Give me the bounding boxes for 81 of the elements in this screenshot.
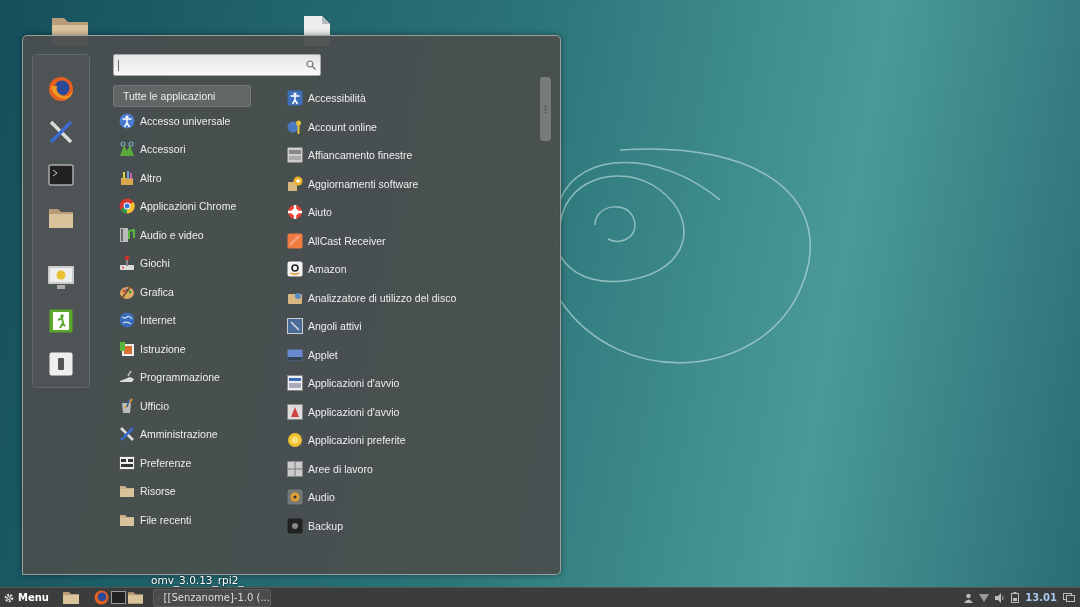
wifi-icon[interactable] bbox=[979, 593, 990, 602]
terminal-icon[interactable] bbox=[111, 591, 126, 604]
window-icon bbox=[287, 375, 303, 392]
tools-icon[interactable] bbox=[48, 118, 74, 145]
application-item[interactable]: Applicazioni d'avvio bbox=[287, 397, 540, 426]
windows-icon[interactable] bbox=[1063, 593, 1075, 602]
film-icon bbox=[119, 226, 135, 243]
application-item[interactable]: Affiancamento finestre bbox=[287, 141, 540, 170]
category-item[interactable]: Applicazioni Chrome bbox=[113, 192, 287, 221]
window-button[interactable]: [[Senzanome]-1.0 (... bbox=[153, 588, 271, 607]
panel-icon bbox=[119, 454, 135, 471]
category-item[interactable]: Istruzione bbox=[113, 334, 287, 363]
category-item[interactable]: Audio e video bbox=[113, 220, 287, 249]
globe-icon bbox=[119, 312, 135, 329]
application-item[interactable]: Amazon bbox=[287, 255, 540, 284]
category-item[interactable]: Accessori bbox=[113, 135, 287, 164]
application-item[interactable]: Angoli attivi bbox=[287, 312, 540, 341]
category-item[interactable]: Giochi bbox=[113, 249, 287, 278]
category-item[interactable]: File recenti bbox=[113, 505, 287, 534]
globe-key-icon bbox=[287, 118, 303, 135]
application-item[interactable]: Audio bbox=[287, 483, 540, 512]
category-item[interactable]: Amministrazione bbox=[113, 420, 287, 449]
category-item[interactable]: Risorse bbox=[113, 477, 287, 506]
firefox-icon[interactable] bbox=[48, 75, 74, 102]
folder-icon[interactable] bbox=[63, 591, 79, 604]
clock[interactable]: 13.01 bbox=[1025, 592, 1057, 603]
application-item[interactable]: Applet bbox=[287, 340, 540, 369]
tools-icon bbox=[119, 426, 135, 443]
category-item[interactable]: Preferenze bbox=[113, 448, 287, 477]
amazon-icon bbox=[287, 261, 303, 278]
grid-icon bbox=[287, 460, 303, 477]
volume-icon[interactable] bbox=[995, 592, 1006, 603]
palette-icon bbox=[119, 283, 135, 300]
scissors-icon bbox=[119, 141, 135, 158]
speaker-icon bbox=[287, 489, 303, 506]
category-item[interactable]: Tutte le applicazioni bbox=[113, 85, 251, 107]
scrollbar-thumb[interactable] bbox=[540, 77, 551, 141]
lock-screen-icon[interactable] bbox=[47, 264, 75, 291]
application-item[interactable]: Applicazioni d'avvio bbox=[287, 369, 540, 398]
category-item[interactable]: Accesso universale bbox=[113, 107, 287, 135]
cup-icon bbox=[119, 397, 135, 414]
application-item[interactable]: Aggiornamenti software bbox=[287, 169, 540, 198]
accessibility-icon bbox=[119, 113, 135, 129]
package-icon bbox=[287, 175, 303, 192]
exit-icon[interactable] bbox=[49, 308, 73, 333]
application-item[interactable]: Backup bbox=[287, 511, 540, 540]
battery-icon[interactable] bbox=[1011, 592, 1020, 603]
application-item[interactable]: Account online bbox=[287, 112, 540, 141]
chrome-icon bbox=[119, 198, 135, 215]
user-icon[interactable] bbox=[964, 592, 974, 603]
application-item[interactable]: Accessibilità bbox=[287, 84, 540, 113]
application-item[interactable]: Applicazioni preferite bbox=[287, 426, 540, 455]
file-label[interactable]: omv_3.0.13_rpi2_ bbox=[151, 574, 244, 586]
firefox-icon[interactable] bbox=[94, 590, 109, 605]
application-item[interactable]: Aiuto bbox=[287, 198, 540, 227]
window-icon bbox=[287, 147, 303, 164]
joystick-icon bbox=[119, 255, 135, 272]
category-item[interactable]: Grafica bbox=[113, 277, 287, 306]
window-icon bbox=[287, 403, 303, 420]
lifebuoy-icon bbox=[287, 204, 303, 221]
search-field[interactable] bbox=[113, 54, 321, 76]
category-item[interactable]: Programmazione bbox=[113, 363, 287, 392]
box-icon bbox=[119, 169, 135, 186]
book-icon bbox=[119, 340, 135, 357]
folder-icon bbox=[119, 483, 135, 500]
application-item[interactable]: Analizzatore di utilizzo del disco bbox=[287, 283, 540, 312]
application-item[interactable]: Aree di lavoro bbox=[287, 454, 540, 483]
terminal-icon[interactable] bbox=[48, 163, 74, 186]
category-item[interactable]: Ufficio bbox=[113, 391, 287, 420]
switch-icon[interactable] bbox=[49, 351, 73, 376]
search-icon bbox=[306, 60, 316, 70]
menu-button[interactable]: Menu bbox=[2, 592, 51, 603]
category-item[interactable]: Altro bbox=[113, 163, 287, 192]
folder-icon[interactable] bbox=[48, 206, 74, 229]
safe-icon bbox=[287, 517, 303, 534]
application-item[interactable]: AllCast Receiver bbox=[287, 226, 540, 255]
gear-icon bbox=[4, 592, 14, 603]
category-item[interactable]: Internet bbox=[113, 306, 287, 335]
accessibility-icon bbox=[287, 90, 303, 107]
folder-icon[interactable] bbox=[128, 591, 143, 604]
corner-icon bbox=[287, 318, 303, 335]
